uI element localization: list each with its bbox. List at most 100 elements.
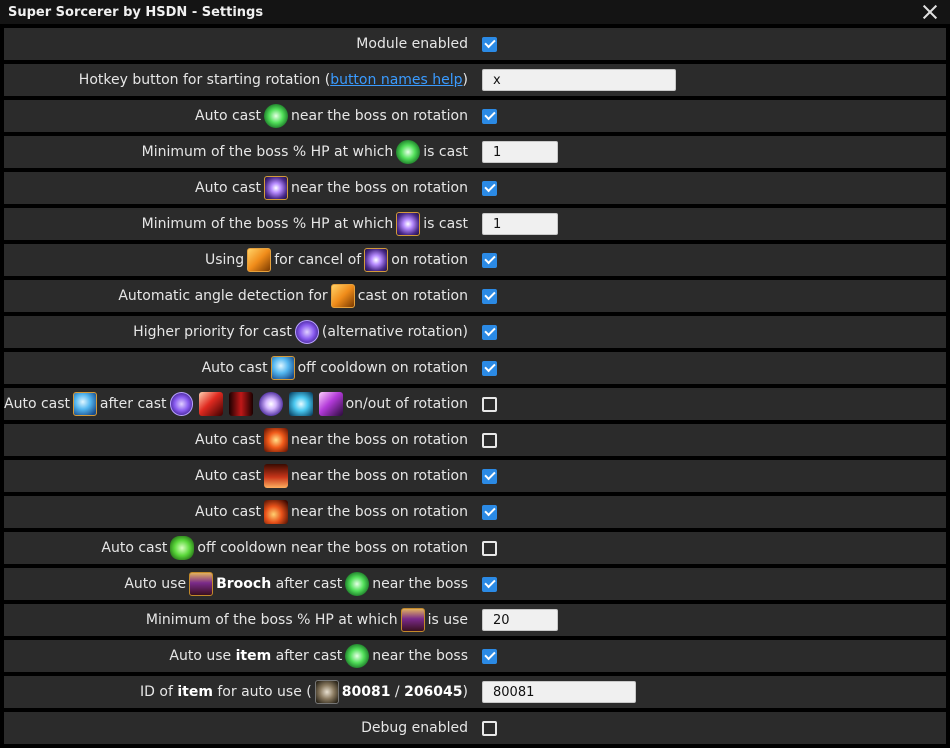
blue-swirl-skill-icon	[270, 356, 295, 380]
setting-label-end: on rotation	[391, 252, 468, 268]
setting-label-end: )	[462, 72, 468, 88]
auto-cast-fire-checkbox[interactable]	[482, 432, 497, 448]
setting-label-end: near the boss	[372, 576, 468, 592]
auto-cast-gem-checkbox[interactable]	[482, 540, 497, 556]
min-hp-green-input[interactable]	[482, 141, 558, 163]
purple-orb-skill-icon	[294, 320, 319, 344]
item-id-1: 80081	[341, 684, 391, 700]
purple-orb-skill-icon	[169, 392, 194, 416]
auto-use-item-checkbox[interactable]	[482, 648, 497, 664]
cancel-checkbox[interactable]	[482, 252, 497, 268]
module-enabled-checkbox[interactable]	[482, 36, 497, 52]
setting-label: Auto cast	[201, 360, 268, 376]
cyan-ice-skill-icon	[288, 392, 313, 416]
min-hp-brooch-input[interactable]	[482, 609, 558, 631]
setting-label: Using	[205, 252, 245, 268]
purple-sparkle-skill-icon	[264, 176, 289, 200]
auto-cast-flame-pillar-checkbox[interactable]	[482, 468, 497, 484]
auto-cast-after-checkbox[interactable]	[482, 396, 497, 412]
setting-label: Auto cast	[195, 180, 262, 196]
setting-label: Minimum of the boss % HP at which	[145, 612, 398, 628]
purple-star-skill-icon	[259, 392, 283, 416]
setting-label-end: is cast	[423, 216, 468, 232]
setting-label-mid: after cast	[275, 648, 343, 664]
setting-label-end: near the boss on rotation	[291, 504, 468, 520]
setting-label: Auto use	[124, 576, 187, 592]
setting-label-end: near the boss on rotation	[291, 468, 468, 484]
setting-label: Auto cast	[4, 396, 71, 412]
title-bar: Super Sorcerer by HSDN - Settings	[0, 0, 950, 24]
item-id-input[interactable]	[482, 681, 636, 703]
purple-sparkle-skill-icon	[364, 248, 389, 272]
setting-label-mid: for auto use (	[217, 684, 312, 700]
setting-auto-cast-purple: Auto cast near the boss on rotation	[4, 172, 946, 204]
brooch-label: Brooch	[216, 576, 272, 592]
setting-label-end: is use	[427, 612, 468, 628]
setting-label-mid: for cancel of	[274, 252, 362, 268]
setting-label-end: )	[462, 684, 468, 700]
magenta-lightning-skill-icon	[318, 392, 343, 416]
button-names-help-link[interactable]: button names help	[330, 72, 462, 88]
setting-label: Auto cast	[195, 468, 262, 484]
item-id-2: 206045	[404, 684, 463, 700]
setting-auto-cast-after: Auto cast after cast on/out of rotation	[4, 388, 946, 420]
setting-module-enabled: Module enabled	[4, 28, 946, 60]
blue-swirl-skill-icon	[73, 392, 97, 416]
green-burst-skill-icon	[345, 572, 370, 596]
auto-cast-fireball-checkbox[interactable]	[482, 504, 497, 520]
hotkey-input[interactable]	[482, 69, 676, 91]
setting-min-hp-green: Minimum of the boss % HP at which is cast	[4, 136, 946, 168]
setting-label: Auto use	[169, 648, 232, 664]
item-label: item	[177, 684, 213, 700]
setting-label-end: off cooldown near the boss on rotation	[197, 540, 468, 556]
debug-enabled-checkbox[interactable]	[482, 720, 497, 736]
setting-label: ID of	[140, 684, 173, 700]
orange-staff-skill-icon	[247, 248, 272, 272]
setting-label: Hotkey button for starting rotation (	[78, 72, 331, 88]
setting-label: Auto cast	[101, 540, 168, 556]
settings-window: Super Sorcerer by HSDN - Settings Module…	[0, 0, 950, 744]
fire-skill-icon	[264, 428, 289, 452]
setting-label: Debug enabled	[361, 720, 468, 736]
close-icon[interactable]	[922, 4, 938, 20]
auto-cast-purple-checkbox[interactable]	[482, 180, 497, 196]
setting-auto-cast-flame-pillar: Auto cast near the boss on rotation	[4, 460, 946, 492]
min-hp-purple-input[interactable]	[482, 213, 558, 235]
angle-detection-checkbox[interactable]	[482, 288, 497, 304]
setting-label: Higher priority for cast	[133, 324, 292, 340]
setting-auto-cast-green: Auto cast near the boss on rotation	[4, 100, 946, 132]
brooch-icon	[189, 572, 214, 596]
setting-label-end: near the boss on rotation	[291, 432, 468, 448]
setting-auto-use-brooch: Auto use Brooch after cast near the boss	[4, 568, 946, 600]
green-burst-skill-icon	[264, 104, 289, 128]
setting-label-end: off cooldown on rotation	[297, 360, 468, 376]
purple-sparkle-skill-icon	[396, 212, 421, 236]
setting-auto-cast-fire: Auto cast near the boss on rotation	[4, 424, 946, 456]
setting-angle-detection: Automatic angle detection for cast on rot…	[4, 280, 946, 312]
setting-label-end: is cast	[423, 144, 468, 160]
item-icon	[314, 680, 339, 704]
higher-priority-checkbox[interactable]	[482, 324, 497, 340]
flame-pillar-skill-icon	[264, 464, 289, 488]
brooch-icon	[400, 608, 425, 632]
setting-label: Minimum of the boss % HP at which	[141, 216, 394, 232]
setting-label: Minimum of the boss % HP at which	[141, 144, 394, 160]
auto-use-brooch-checkbox[interactable]	[482, 576, 497, 592]
settings-list: Module enabled Hotkey button for startin…	[4, 28, 946, 748]
setting-hotkey: Hotkey button for starting rotation (but…	[4, 64, 946, 96]
setting-label-end: near the boss on rotation	[291, 180, 468, 196]
setting-label-end: cast on rotation	[357, 288, 468, 304]
setting-label-end: near the boss on rotation	[291, 108, 468, 124]
setting-auto-use-item: Auto use item after cast near the boss	[4, 640, 946, 672]
setting-min-hp-brooch: Minimum of the boss % HP at which is use	[4, 604, 946, 636]
green-burst-skill-icon	[345, 644, 370, 668]
auto-cast-blue-checkbox[interactable]	[482, 360, 497, 376]
auto-cast-green-checkbox[interactable]	[482, 108, 497, 124]
green-gem-skill-icon	[170, 536, 195, 560]
setting-auto-cast-blue: Auto cast off cooldown on rotation	[4, 352, 946, 384]
green-burst-skill-icon	[396, 140, 421, 164]
item-label: item	[235, 648, 272, 664]
setting-auto-cast-gem: Auto cast off cooldown near the boss on r…	[4, 532, 946, 564]
item-id-separator: /	[394, 684, 400, 700]
setting-label-mid: after cast	[275, 576, 343, 592]
